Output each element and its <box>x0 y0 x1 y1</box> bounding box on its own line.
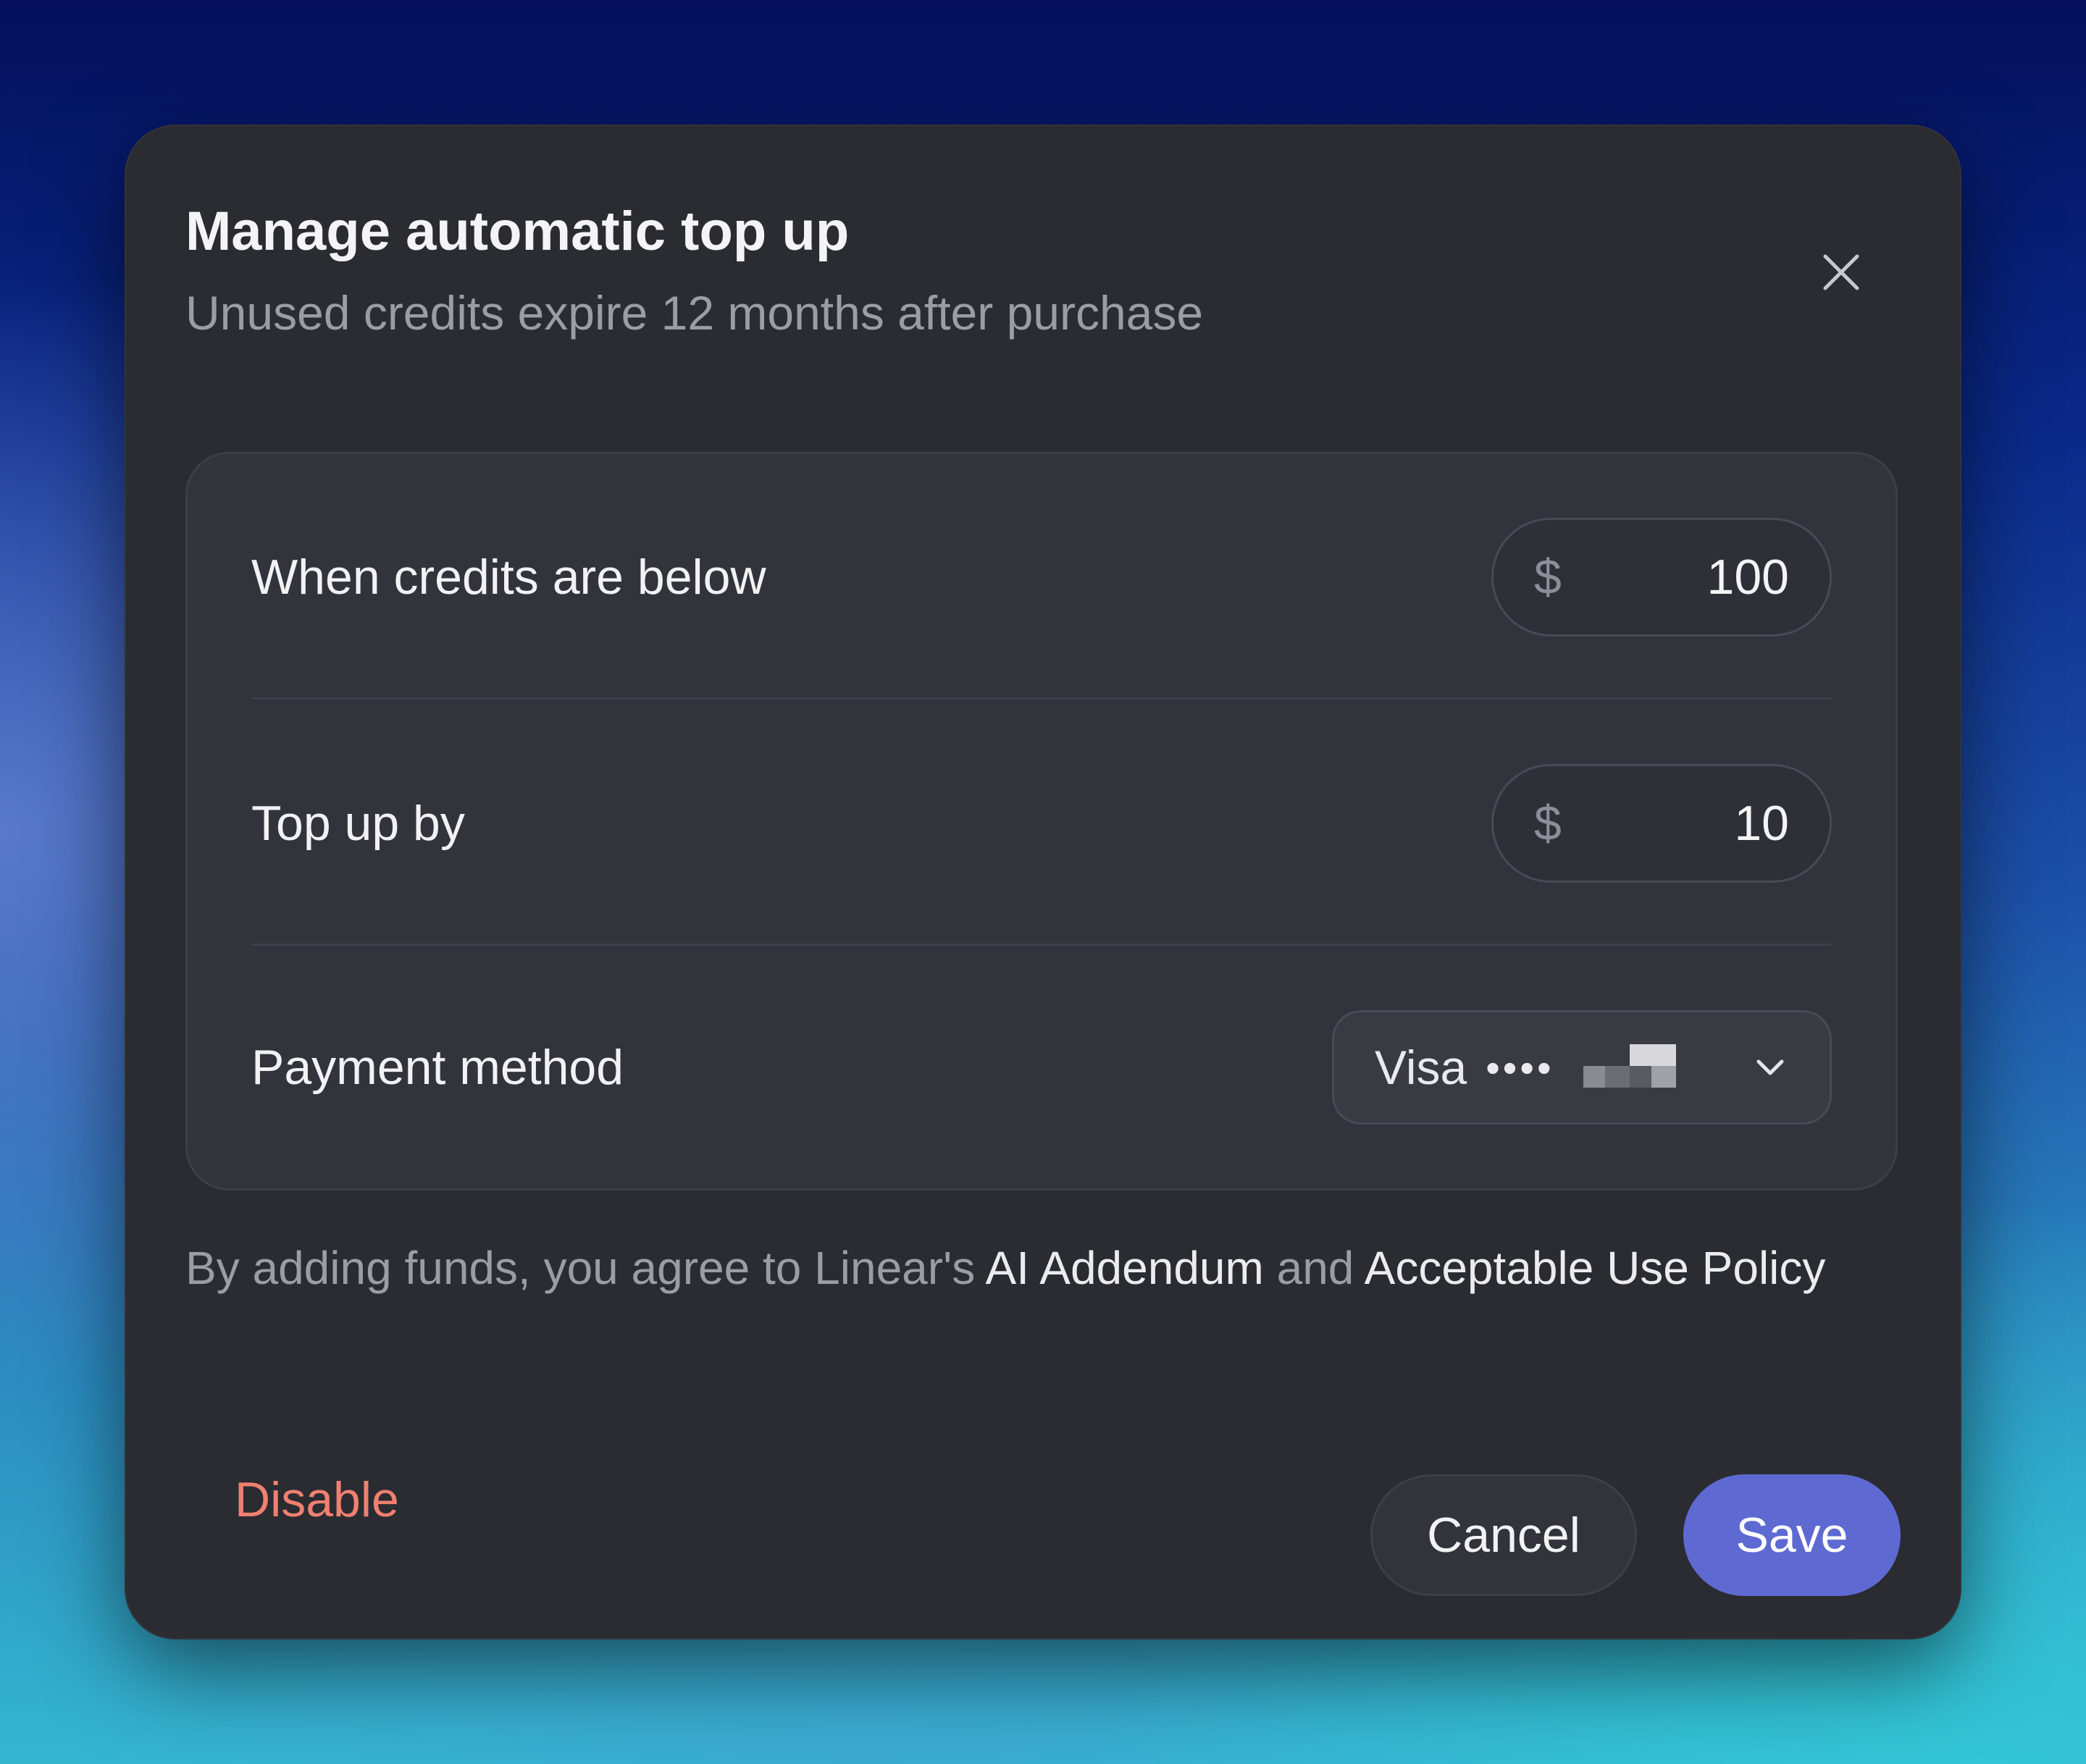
save-button[interactable]: Save <box>1683 1474 1901 1596</box>
legal-prefix: By adding funds, you agree to Linear's <box>185 1242 986 1294</box>
top-up-row: Top up by $ 10 <box>251 764 1832 883</box>
payment-label: Payment method <box>251 1040 624 1095</box>
cancel-button[interactable]: Cancel <box>1370 1474 1637 1596</box>
top-up-label: Top up by <box>251 796 465 851</box>
threshold-label: When credits are below <box>251 550 766 605</box>
redacted-card-digits <box>1583 1044 1676 1091</box>
threshold-input[interactable]: $ 100 <box>1491 518 1832 637</box>
acceptable-use-policy-link[interactable]: Acceptable Use Policy <box>1365 1242 1826 1294</box>
payment-method-select[interactable]: Visa •••• <box>1332 1010 1832 1125</box>
close-button[interactable] <box>1814 245 1869 300</box>
chevron-down-icon <box>1753 1050 1788 1085</box>
threshold-row: When credits are below $ 100 <box>251 518 1832 637</box>
top-up-dialog: Manage automatic top up Unused credits e… <box>125 125 1961 1639</box>
row-divider <box>251 697 1832 700</box>
settings-card: When credits are below $ 100 Top up by $… <box>185 452 1898 1190</box>
row-divider <box>251 944 1832 946</box>
card-masked-dots: •••• <box>1486 1044 1554 1091</box>
top-up-value: 10 <box>1734 796 1789 851</box>
close-icon <box>1823 254 1859 290</box>
dialog-subtitle: Unused credits expire 12 months after pu… <box>185 286 1204 340</box>
threshold-value: 100 <box>1706 550 1789 605</box>
card-brand: Visa <box>1375 1041 1467 1094</box>
legal-middle: and <box>1263 1242 1365 1294</box>
currency-symbol: $ <box>1534 796 1562 851</box>
payment-row: Payment method Visa •••• <box>251 1010 1832 1125</box>
legal-notice: By adding funds, you agree to Linear's A… <box>185 1237 1909 1299</box>
currency-symbol: $ <box>1534 550 1562 605</box>
top-up-input[interactable]: $ 10 <box>1491 764 1832 883</box>
disable-button[interactable]: Disable <box>235 1471 399 1528</box>
ai-addendum-link[interactable]: AI Addendum <box>986 1242 1264 1294</box>
dialog-title: Manage automatic top up <box>185 201 850 262</box>
